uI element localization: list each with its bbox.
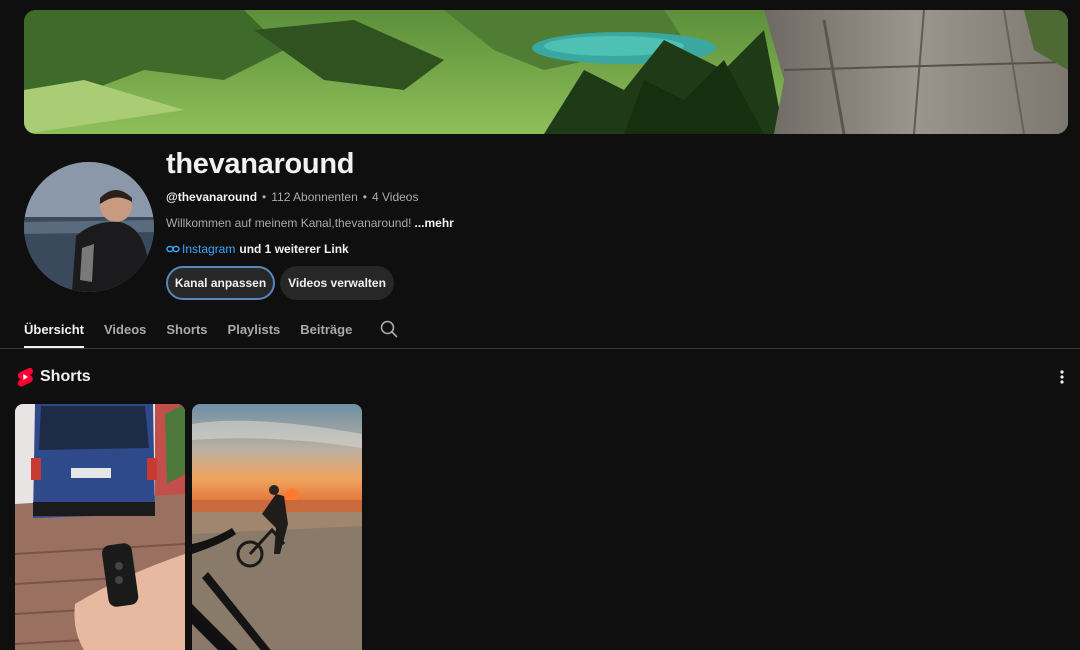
tabs-divider <box>0 348 1080 349</box>
avatar-image <box>24 162 154 292</box>
channel-meta: @thevanaround • 112 Abonnenten • 4 Video… <box>166 190 418 204</box>
description-more-link[interactable]: ...mehr <box>414 216 453 230</box>
channel-handle: @thevanaround <box>166 190 258 204</box>
meta-separator: • <box>362 190 367 204</box>
more-vertical-icon <box>1060 370 1064 384</box>
meta-separator: • <box>262 190 267 204</box>
shorts-section-header: Shorts <box>16 366 91 388</box>
tab-shorts[interactable]: Shorts <box>166 310 207 348</box>
shorts-section-title: Shorts <box>40 368 91 385</box>
tab-playlists[interactable]: Playlists <box>228 310 281 348</box>
tab-search-button[interactable] <box>380 310 400 348</box>
short-thumbnail-image <box>192 404 362 650</box>
section-menu-button[interactable] <box>1052 366 1072 388</box>
tab-overview[interactable]: Übersicht <box>24 310 84 348</box>
channel-avatar[interactable] <box>24 162 154 292</box>
link-icon <box>166 245 180 253</box>
more-links-button[interactable]: und 1 weiterer Link <box>239 242 348 256</box>
short-thumbnail[interactable] <box>192 404 362 650</box>
short-thumbnail[interactable] <box>15 404 185 650</box>
customize-channel-button[interactable]: Kanal anpassen <box>166 266 275 300</box>
instagram-link[interactable]: Instagram <box>182 242 235 256</box>
search-icon <box>381 320 398 338</box>
short-thumbnail-image <box>15 404 185 650</box>
channel-description[interactable]: Willkommen auf meinem Kanal,thevanaround… <box>166 216 454 230</box>
channel-links: Instagram und 1 weiterer Link <box>166 242 349 256</box>
channel-page: thevanaround @thevanaround • 112 Abonnen… <box>0 0 1080 650</box>
description-text: Willkommen auf meinem Kanal,thevanaround… <box>166 216 412 230</box>
tab-videos[interactable]: Videos <box>104 310 146 348</box>
subscriber-count: 112 Abonnenten <box>271 190 358 204</box>
video-count: 4 Videos <box>371 190 419 204</box>
tab-posts[interactable]: Beiträge <box>300 310 352 348</box>
channel-title: thevanaround <box>166 148 355 180</box>
channel-tabs: Übersicht Videos Shorts Playlists Beiträ… <box>24 310 400 348</box>
banner-image <box>24 10 1068 134</box>
manage-videos-button[interactable]: Videos verwalten <box>280 266 394 300</box>
channel-banner <box>24 10 1068 134</box>
shorts-logo-icon <box>17 367 33 387</box>
